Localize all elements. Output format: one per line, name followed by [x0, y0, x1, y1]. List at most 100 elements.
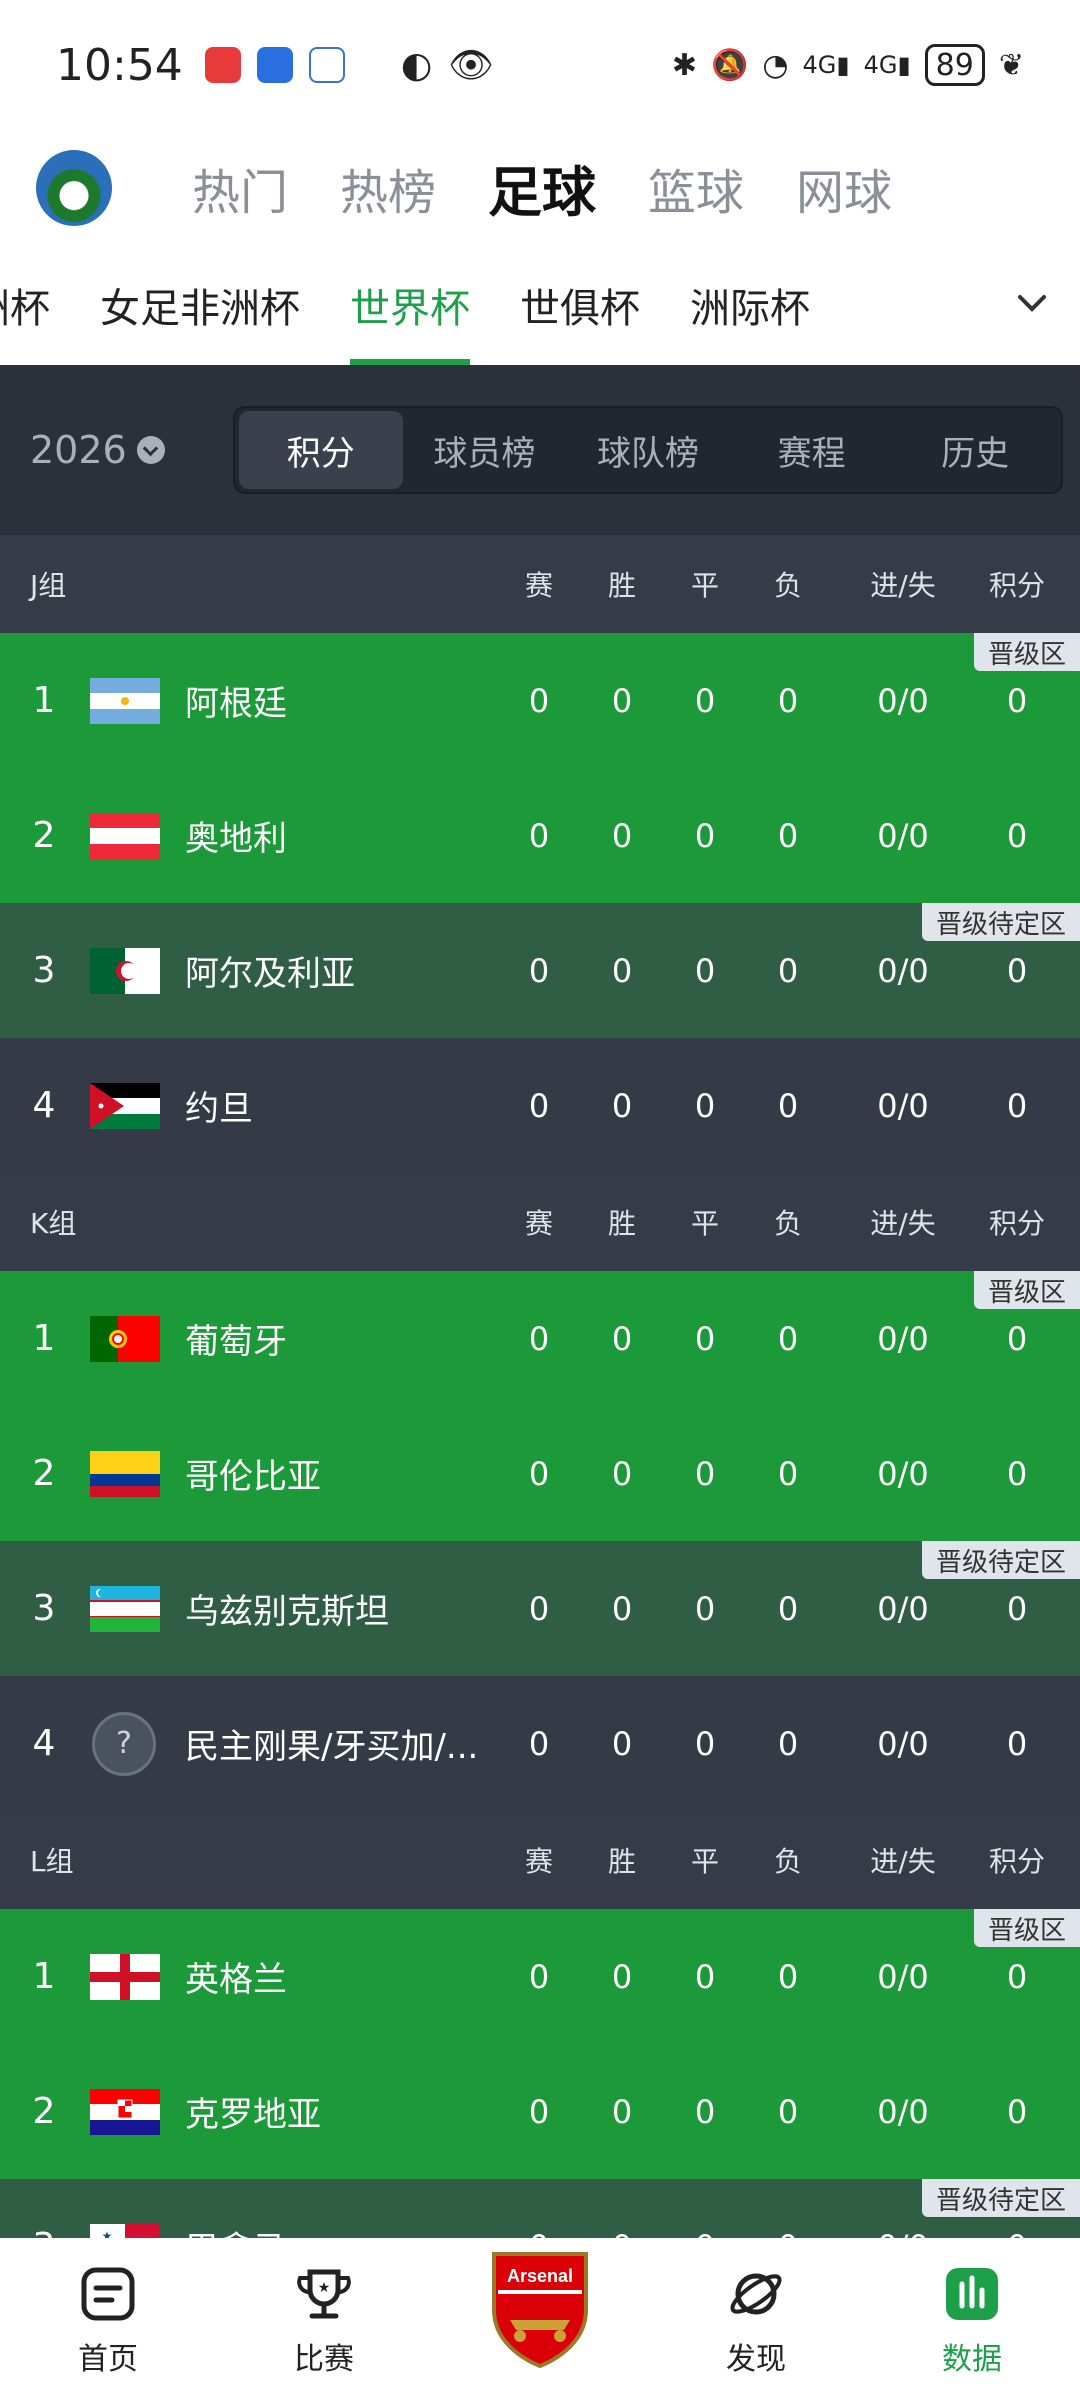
stat-w: 0 — [611, 1724, 633, 1763]
top-nav: 热门 热榜 足球 篮球 网球 — [0, 130, 1080, 245]
stat-pts: 0 — [1006, 1724, 1028, 1763]
avatar[interactable] — [36, 149, 112, 226]
column-header: 负 — [773, 1207, 803, 1240]
stat-d: 0 — [694, 1589, 716, 1628]
group-name: K组 — [30, 1207, 77, 1240]
stat-d: 0 — [694, 816, 716, 855]
planet-icon — [730, 2273, 782, 2315]
4g-signal-icon: 4G▮ — [863, 51, 911, 79]
column-header: 负 — [773, 1845, 803, 1878]
table-row[interactable]: 4? 民主刚果/牙买加/... 0 0 0 0 0/0 0 — [0, 1676, 1080, 1811]
stat-p: 0 — [528, 1589, 550, 1628]
nav-discover[interactable]: 发现 — [676, 2264, 836, 2378]
tab-intercontinental-cup[interactable]: 洲际杯 — [690, 245, 810, 365]
segment-player-rank[interactable]: 球员榜 — [403, 411, 567, 489]
stat-p: 0 — [528, 2092, 550, 2131]
tab-womens-afcon[interactable]: 女足非洲杯 — [100, 245, 300, 365]
segment-history[interactable]: 历史 — [893, 411, 1057, 489]
stat-d: 0 — [694, 1957, 716, 1996]
stat-pts: 0 — [1006, 681, 1028, 720]
tab-club-world-cup[interactable]: 世俱杯 — [520, 245, 640, 365]
stat-p: 0 — [528, 951, 550, 990]
team-name: 克罗地亚 — [185, 2095, 321, 2135]
table-row[interactable]: 3 阿尔及利亚 0 0 0 0 0/0 0 晋级待定区 — [0, 903, 1080, 1038]
bluetooth-icon: ✱ — [671, 47, 697, 83]
leaf-icon: ❦ — [998, 47, 1024, 83]
segment-schedule[interactable]: 赛程 — [730, 411, 894, 489]
table-row[interactable]: 2 克罗地亚 0 0 0 0 0/0 0 — [0, 2044, 1080, 2179]
column-header: 胜 — [607, 1845, 637, 1878]
stat-d: 0 — [694, 681, 716, 720]
table-row[interactable]: 4 约旦 0 0 0 0 0/0 0 — [0, 1038, 1080, 1173]
stat-w: 0 — [611, 1319, 633, 1358]
stat-w: 0 — [611, 951, 633, 990]
stat-pts: 0 — [1006, 1589, 1028, 1628]
column-header: 积分 — [988, 569, 1046, 602]
stat-w: 0 — [611, 1589, 633, 1628]
season-select[interactable]: 2026 — [30, 428, 205, 472]
nav-team-crest[interactable]: Arsenal — [460, 2250, 620, 2378]
stat-w: 0 — [611, 2092, 633, 2131]
segment-standings[interactable]: 积分 — [239, 411, 403, 489]
column-header: 赛 — [524, 1207, 554, 1240]
stat-gd: 0/0 — [877, 1454, 929, 1493]
table-row[interactable]: 1 英格兰 0 0 0 0 0/0 0 晋级区 — [0, 1909, 1080, 2044]
table-row[interactable]: 2 奥地利 0 0 0 0 0/0 0 — [0, 768, 1080, 903]
stat-pts: 0 — [1006, 1086, 1028, 1125]
stat-d: 0 — [694, 951, 716, 990]
baidu-icon — [308, 47, 345, 83]
stat-p: 0 — [528, 1454, 550, 1493]
filter-bar: 2026 积分 球员榜 球队榜 赛程 历史 — [0, 365, 1080, 535]
stat-pts: 0 — [1006, 1957, 1028, 1996]
table-row[interactable]: 1 阿根廷 0 0 0 0 0/0 0 晋级区 — [0, 633, 1080, 768]
stat-l: 0 — [777, 1319, 799, 1358]
zone-badge: 晋级区 — [973, 1909, 1080, 1947]
battery-icon: 89 — [924, 44, 985, 86]
wifi-icon: ◔ — [762, 47, 789, 83]
tab-basketball[interactable]: 篮球 — [648, 153, 744, 223]
table-row[interactable]: 1 葡萄牙 0 0 0 0 0/0 0 晋级区 — [0, 1271, 1080, 1406]
tab-competition-cup[interactable]: 洲杯 — [0, 245, 50, 365]
4g-signal-icon: 4G▮ — [802, 51, 850, 79]
view-segment: 积分 球员榜 球队榜 赛程 历史 — [233, 406, 1063, 494]
segment-team-rank[interactable]: 球队榜 — [566, 411, 730, 489]
column-header: 进/失 — [870, 569, 936, 602]
stat-w: 0 — [611, 1957, 633, 1996]
zone-badge: 晋级待定区 — [921, 903, 1080, 941]
tab-hot-list[interactable]: 热榜 — [340, 153, 436, 223]
tab-football[interactable]: 足球 — [488, 148, 596, 227]
table-row[interactable]: 3 乌兹别克斯坦 0 0 0 0 0/0 0 晋级待定区 — [0, 1541, 1080, 1676]
tab-hot[interactable]: 热门 — [192, 153, 288, 223]
app-store-icon — [256, 47, 293, 83]
stat-gd: 0/0 — [877, 1589, 929, 1628]
eye-icon: 👁 — [448, 45, 494, 86]
nav-home[interactable]: 首页 — [28, 2264, 188, 2378]
team-rank: 4 — [32, 1085, 56, 1126]
nav-discover-label: 发现 — [726, 2342, 786, 2377]
nav-home-label: 首页 — [78, 2342, 138, 2377]
team-name: 民主刚果/牙买加/... — [185, 1727, 479, 1767]
battery-level: 89 — [935, 47, 974, 83]
column-header: 平 — [690, 1845, 720, 1878]
team-name: 英格兰 — [185, 1960, 287, 2000]
home-icon — [81, 2267, 135, 2321]
mute-icon: 🔕 — [710, 47, 749, 83]
stat-l: 0 — [777, 1724, 799, 1763]
nav-data[interactable]: 数据 — [892, 2264, 1052, 2378]
tab-tennis[interactable]: 网球 — [796, 153, 892, 223]
nav-matches[interactable]: ★ 比赛 — [244, 2264, 404, 2378]
stat-l: 0 — [777, 1086, 799, 1125]
zone-badge: 晋级区 — [973, 633, 1080, 671]
stat-gd: 0/0 — [877, 1319, 929, 1358]
column-header: 平 — [690, 1207, 720, 1240]
arsenal-crest-icon: Arsenal — [492, 2252, 588, 2368]
chevron-down-icon[interactable] — [1014, 285, 1050, 321]
stat-gd: 0/0 — [877, 2092, 929, 2131]
team-name: 奥地利 — [185, 819, 287, 859]
tab-world-cup[interactable]: 世界杯 — [350, 245, 470, 365]
nav-data-label: 数据 — [942, 2342, 1002, 2377]
algeria-flag-icon — [90, 947, 160, 994]
table-row[interactable]: 2 哥伦比亚 0 0 0 0 0/0 0 — [0, 1406, 1080, 1541]
chevron-down-icon — [136, 436, 165, 464]
uzbekistan-flag-icon — [90, 1585, 160, 1632]
